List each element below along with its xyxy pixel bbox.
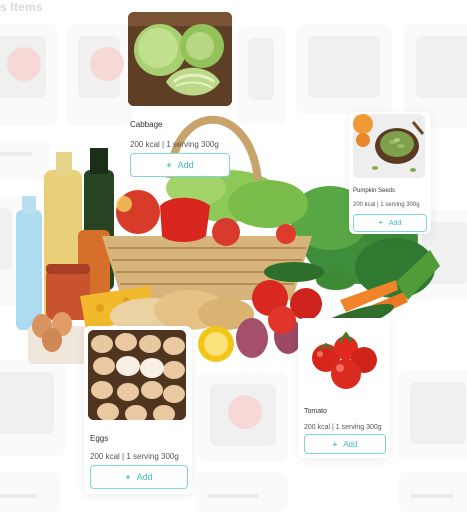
add-eggs-label: Add bbox=[136, 472, 153, 482]
ghost-card bbox=[398, 370, 467, 460]
plus-icon: + bbox=[378, 219, 383, 227]
add-eggs-button[interactable]: + Add bbox=[90, 465, 188, 489]
food-card-pumpkin-seeds: Pumpkin Seeds 200 kcal | 1 serving 300g … bbox=[349, 112, 431, 234]
tomato-name: Tomato bbox=[304, 408, 327, 415]
eggs-image bbox=[88, 330, 186, 420]
add-cabbage-label: Add bbox=[177, 160, 194, 170]
food-card-tomato: Tomato 200 kcal | 1 serving 300g + Add bbox=[298, 318, 390, 458]
ghost-card bbox=[0, 24, 58, 126]
plus-icon: + bbox=[125, 472, 131, 482]
add-pumpkin-seeds-button[interactable]: + Add bbox=[353, 214, 427, 232]
ghost-card bbox=[0, 360, 66, 456]
ghost-card bbox=[198, 372, 288, 462]
ghost-card bbox=[196, 472, 288, 512]
add-tomato-button[interactable]: + Add bbox=[304, 434, 386, 454]
pumpkin-seeds-image bbox=[353, 114, 425, 178]
ghost-card bbox=[66, 24, 132, 126]
background-section-heading: s Items bbox=[0, 0, 43, 14]
tomato-meta: 200 kcal | 1 serving 300g bbox=[304, 424, 382, 431]
add-pumpkin-seeds-label: Add bbox=[388, 219, 402, 227]
cabbage-name: Cabbage bbox=[130, 120, 163, 129]
ghost-card bbox=[236, 26, 286, 124]
eggs-name: Eggs bbox=[90, 434, 109, 443]
plus-icon: + bbox=[166, 160, 172, 170]
tomato-image bbox=[300, 320, 388, 398]
add-cabbage-button[interactable]: + Add bbox=[130, 153, 230, 177]
eggs-meta: 200 kcal | 1 serving 300g bbox=[90, 452, 179, 461]
ghost-card bbox=[0, 140, 50, 180]
ghost-card bbox=[0, 196, 24, 306]
ghost-card bbox=[0, 472, 60, 512]
pumpkin-seeds-meta: 200 kcal | 1 serving 300g bbox=[353, 202, 420, 208]
food-card-eggs: Eggs 200 kcal | 1 serving 300g + Add bbox=[84, 326, 192, 494]
cabbage-meta: 200 kcal | 1 serving 300g bbox=[130, 140, 219, 149]
ghost-card bbox=[296, 24, 392, 114]
ghost-card bbox=[398, 472, 467, 512]
pumpkin-seeds-name: Pumpkin Seeds bbox=[353, 188, 396, 194]
plus-icon: + bbox=[332, 439, 338, 449]
add-tomato-label: Add bbox=[343, 439, 358, 449]
cabbage-image bbox=[128, 12, 232, 106]
